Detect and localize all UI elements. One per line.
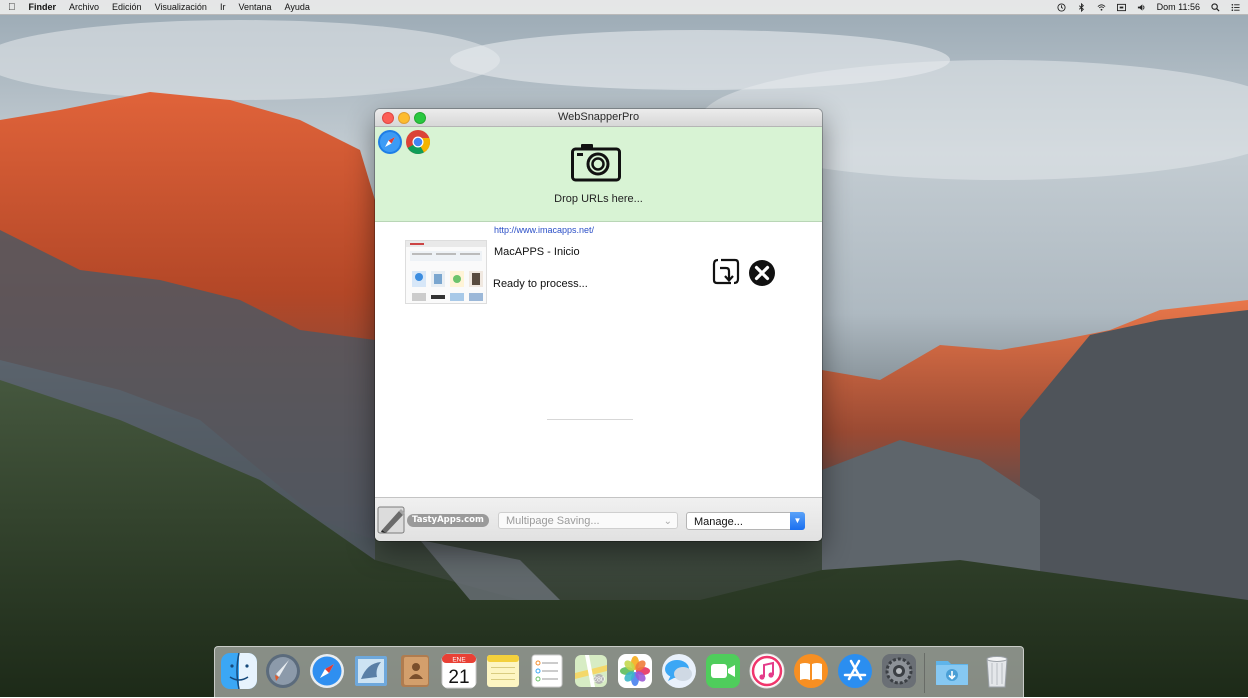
calendar-day: 21 xyxy=(448,667,469,688)
bottom-toolbar: TastyApps.com Multipage Saving... ⌄ Mana… xyxy=(375,497,822,541)
dock-separator xyxy=(924,653,925,693)
reminders-dock-icon[interactable] xyxy=(529,653,565,689)
maps-dock-icon[interactable]: 280 xyxy=(573,653,609,689)
time-machine-icon[interactable] xyxy=(1057,2,1066,12)
manage-select-value: Manage... xyxy=(694,516,743,528)
safari-dock-icon[interactable] xyxy=(309,653,345,689)
process-save-button[interactable] xyxy=(711,257,741,287)
chevron-down-icon: ⌄ xyxy=(663,516,672,527)
item-url-link[interactable]: http://www.imacapps.net/ xyxy=(494,225,594,235)
manage-select[interactable]: Manage... ▼ xyxy=(686,512,805,530)
dock: ENE 21 280 xyxy=(214,646,1024,698)
menu-visualizacion[interactable]: Visualización xyxy=(155,2,207,12)
item-separator xyxy=(547,419,633,420)
menu-app-name[interactable]: Finder xyxy=(29,2,57,12)
multipage-saving-value: Multipage Saving... xyxy=(506,515,600,527)
facetime-dock-icon[interactable] xyxy=(705,653,741,689)
contacts-dock-icon[interactable] xyxy=(397,653,433,689)
cancel-item-button[interactable] xyxy=(748,259,776,287)
popup-arrow-icon: ▼ xyxy=(790,512,805,530)
menu-archivo[interactable]: Archivo xyxy=(69,2,99,12)
drop-urls-label: Drop URLs here... xyxy=(554,193,643,205)
messages-dock-icon[interactable] xyxy=(661,653,697,689)
menu-ventana[interactable]: Ventana xyxy=(238,2,271,12)
finder-dock-icon[interactable] xyxy=(221,653,257,689)
app-store-dock-icon[interactable] xyxy=(837,653,873,689)
spotlight-icon[interactable] xyxy=(1211,2,1220,12)
item-status: Ready to process... xyxy=(493,278,588,290)
pen-tool-icon[interactable] xyxy=(377,504,407,536)
page-thumbnail xyxy=(405,240,487,304)
tastyapps-badge[interactable]: TastyApps.com xyxy=(407,514,489,527)
itunes-dock-icon[interactable] xyxy=(749,653,785,689)
ibooks-dock-icon[interactable] xyxy=(793,653,829,689)
svg-text:280: 280 xyxy=(593,677,605,684)
wifi-icon[interactable] xyxy=(1097,3,1106,12)
trash-dock-icon[interactable] xyxy=(979,653,1015,689)
item-page-title: MacAPPS - Inicio xyxy=(494,246,580,258)
chrome-icon[interactable] xyxy=(405,129,431,155)
camera-icon xyxy=(571,144,621,182)
keyboard-input-icon[interactable] xyxy=(1116,3,1126,12)
websnapperpro-window: WebSnapperPro Drop URLs here... http://w… xyxy=(375,109,822,541)
downloads-folder-dock-icon[interactable] xyxy=(934,653,970,689)
clock[interactable]: Dom 11:56 xyxy=(1157,2,1200,12)
safari-icon[interactable] xyxy=(377,129,403,155)
notification-center-icon[interactable] xyxy=(1231,3,1240,12)
bluetooth-icon[interactable] xyxy=(1077,2,1086,12)
volume-icon[interactable] xyxy=(1137,3,1146,12)
url-drop-zone[interactable]: Drop URLs here... xyxy=(375,127,822,222)
title-bar[interactable]: WebSnapperPro xyxy=(375,109,822,127)
menu-bar:  Finder Archivo Edición Visualización I… xyxy=(0,0,1248,15)
multipage-saving-select[interactable]: Multipage Saving... ⌄ xyxy=(498,512,678,529)
mail-dock-icon[interactable] xyxy=(353,653,389,689)
menu-ir[interactable]: Ir xyxy=(220,2,226,12)
window-title: WebSnapperPro xyxy=(557,111,640,123)
calendar-dock-icon[interactable]: ENE 21 xyxy=(441,653,477,689)
menu-ayuda[interactable]: Ayuda xyxy=(284,2,309,12)
calendar-month: ENE xyxy=(452,657,466,664)
launchpad-dock-icon[interactable] xyxy=(265,653,301,689)
notes-dock-icon[interactable] xyxy=(485,653,521,689)
menu-edicion[interactable]: Edición xyxy=(112,2,142,12)
photos-dock-icon[interactable] xyxy=(617,653,653,689)
apple-menu-icon[interactable]:  xyxy=(8,2,16,13)
system-preferences-dock-icon[interactable] xyxy=(881,653,917,689)
